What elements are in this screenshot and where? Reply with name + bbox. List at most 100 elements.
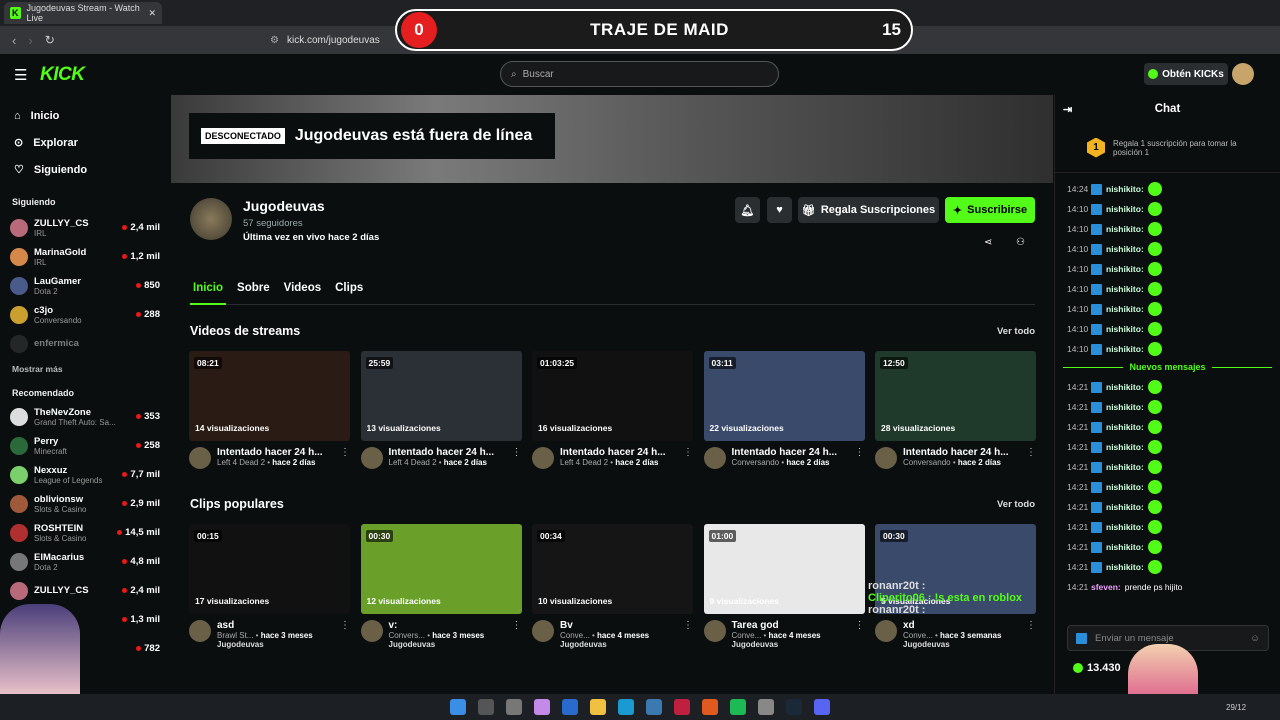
card-thumbnail[interactable]: 00:34 10 visualizaciones — [532, 524, 693, 614]
copilot-icon[interactable] — [534, 699, 550, 715]
chat-user[interactable]: nishikito: — [1106, 382, 1144, 392]
chat-user[interactable]: nishikito: — [1106, 542, 1144, 552]
card-author[interactable]: Jugodeuvas — [903, 640, 1001, 649]
card-category[interactable]: Left 4 Dead 2 — [217, 458, 265, 467]
chat-user[interactable]: nishikito: — [1106, 442, 1144, 452]
card-title[interactable]: Bv — [560, 620, 649, 631]
video-card[interactable]: 12:50 28 visualizaciones Intentado hacer 2… — [875, 351, 1036, 469]
brave-icon[interactable] — [702, 699, 718, 715]
folder-icon[interactable] — [590, 699, 606, 715]
card-avatar[interactable] — [360, 620, 383, 642]
card-thumbnail[interactable]: 08:21 14 visualizaciones — [189, 351, 350, 441]
card-title[interactable]: asd — [217, 620, 313, 631]
url-field[interactable]: ⚙ kick.com/jugodeuvas — [270, 31, 380, 49]
card-avatar[interactable] — [875, 447, 897, 469]
clock-date[interactable]: 29/12 — [1226, 703, 1246, 712]
search-icon[interactable] — [478, 699, 494, 715]
chat-user[interactable]: nishikito: — [1106, 324, 1144, 334]
more-options-icon[interactable]: ⋮ — [512, 620, 522, 649]
more-options-icon[interactable]: ⋮ — [512, 447, 522, 469]
chat-user[interactable]: nishikito: — [1106, 184, 1144, 194]
notification-bell-button[interactable]: 🔔︎ — [735, 197, 760, 223]
channel-points[interactable]: 13.430 — [1073, 662, 1121, 674]
obs-icon[interactable] — [758, 699, 774, 715]
streams-see-all-link[interactable]: Ver todo — [997, 326, 1035, 337]
more-options-icon[interactable]: ⋮ — [340, 447, 350, 469]
card-avatar[interactable] — [189, 447, 211, 469]
card-title[interactable]: Intentado hacer 24 h... — [560, 447, 666, 458]
vs-icon[interactable] — [646, 699, 662, 715]
chat-user[interactable]: nishikito: — [1106, 304, 1144, 314]
sidebar-channel[interactable]: ROSHTEIN Slots & Casino 14,5 mil — [0, 518, 170, 547]
chat-user[interactable]: nishikito: — [1106, 422, 1144, 432]
kick-logo[interactable]: KICK — [40, 64, 85, 86]
card-thumbnail[interactable]: 00:15 17 visualizaciones — [189, 524, 350, 614]
back-icon[interactable]: ‹ — [12, 33, 16, 48]
chat-user[interactable]: nishikito: — [1106, 562, 1144, 572]
user-avatar[interactable] — [1232, 63, 1254, 85]
clips-see-all-link[interactable]: Ver todo — [997, 499, 1035, 510]
card-title[interactable]: Intentado hacer 24 h... — [389, 447, 495, 458]
tab-sobre[interactable]: Sobre — [234, 282, 273, 305]
card-category[interactable]: Conve... — [903, 631, 933, 640]
discord-icon[interactable] — [814, 699, 830, 715]
sidebar-nav-siguiendo[interactable]: ♡ Siguiendo — [0, 156, 170, 183]
gift-subs-button[interactable]: 🎁︎ Regala Suscripciones — [798, 197, 939, 223]
card-avatar[interactable] — [532, 447, 554, 469]
chat-user[interactable]: nishikito: — [1106, 482, 1144, 492]
card-title[interactable]: Intentado hacer 24 h... — [732, 447, 838, 458]
browser-tab[interactable]: K Jugodeuvas Stream - Watch Live ✕ — [4, 2, 162, 24]
chat-user[interactable]: nishikito: — [1106, 264, 1144, 274]
chat-user[interactable]: nishikito: — [1106, 204, 1144, 214]
chat-user[interactable]: nishikito: — [1106, 502, 1144, 512]
card-category[interactable]: Conve... — [560, 631, 590, 640]
card-category[interactable]: Conversando — [732, 458, 780, 467]
more-options-icon[interactable]: ⋮ — [683, 447, 693, 469]
steam-icon[interactable] — [786, 699, 802, 715]
sidebar-channel[interactable]: MarinaGold IRL 1,2 mil — [0, 242, 170, 271]
sidebar-channel[interactable]: c3jo Conversando 288 — [0, 300, 170, 329]
card-thumbnail[interactable]: 03:11 22 visualizaciones — [703, 351, 865, 441]
channel-avatar[interactable] — [190, 198, 232, 240]
sidebar-channel[interactable]: Perry Minecraft 258 — [0, 431, 170, 460]
share-icon[interactable]: ⋖ — [984, 237, 992, 248]
subscribe-button[interactable]: ✦ Suscribirse — [945, 197, 1035, 223]
card-author[interactable]: Jugodeuvas — [217, 640, 313, 649]
store-icon[interactable] — [562, 699, 578, 715]
chat-user[interactable]: nishikito: — [1106, 344, 1144, 354]
chat-user[interactable]: nishikito: — [1106, 284, 1144, 294]
sidebar-channel[interactable]: enfermica — [0, 329, 170, 358]
new-messages-divider[interactable]: Nuevos mensajes — [1055, 359, 1280, 375]
card-avatar[interactable] — [703, 447, 726, 469]
sidebar-channel[interactable]: LauGamer Dota 2 850 — [0, 271, 170, 300]
sidebar-channel[interactable]: ZULLYY_CS IRL 2,4 mil — [0, 213, 170, 242]
card-author[interactable]: Jugodeuvas — [560, 640, 649, 649]
sidebar-channel[interactable]: ElMacarius Dota 2 4,8 mil — [0, 547, 170, 576]
more-options-icon[interactable]: ⋮ — [340, 620, 350, 649]
card-avatar[interactable] — [360, 447, 383, 469]
more-options-icon[interactable]: ⋮ — [1026, 620, 1036, 649]
spotify-icon[interactable] — [730, 699, 746, 715]
menu-icon[interactable]: ☰ — [14, 66, 27, 84]
card-title[interactable]: Tarea god — [732, 620, 821, 631]
card-category[interactable]: Left 4 Dead 2 — [560, 458, 608, 467]
sidebar-nav-explorar[interactable]: ⊙ Explorar — [0, 129, 170, 156]
opera-icon[interactable] — [674, 699, 690, 715]
more-options-icon[interactable]: ⋮ — [683, 620, 693, 649]
close-tab-icon[interactable]: ✕ — [148, 8, 156, 19]
sidebar-channel[interactable]: ZULLYY_CS 2,4 mil — [0, 576, 170, 605]
card-category[interactable]: Convers... — [389, 631, 425, 640]
chat-user[interactable]: sfeven: — [1091, 582, 1121, 592]
start-icon[interactable] — [450, 699, 466, 715]
video-card[interactable]: 25:59 13 visualizaciones Intentado hacer 2… — [360, 351, 522, 469]
card-category[interactable]: Conve... — [732, 631, 762, 640]
more-options-icon[interactable]: ⋮ — [1026, 447, 1036, 469]
video-card[interactable]: 08:21 14 visualizaciones Intentado hacer 2… — [189, 351, 350, 469]
emoji-icon[interactable]: ☺ — [1250, 633, 1260, 644]
collapse-chat-icon[interactable]: ⇥ — [1063, 103, 1072, 116]
more-options-icon[interactable]: ⋮ — [855, 620, 865, 649]
chat-user[interactable]: nishikito: — [1106, 522, 1144, 532]
card-category[interactable]: Left 4 Dead 2 — [389, 458, 437, 467]
card-title[interactable]: Intentado hacer 24 h... — [217, 447, 323, 458]
sidebar-nav-inicio[interactable]: ⌂ Inicio — [0, 102, 170, 129]
